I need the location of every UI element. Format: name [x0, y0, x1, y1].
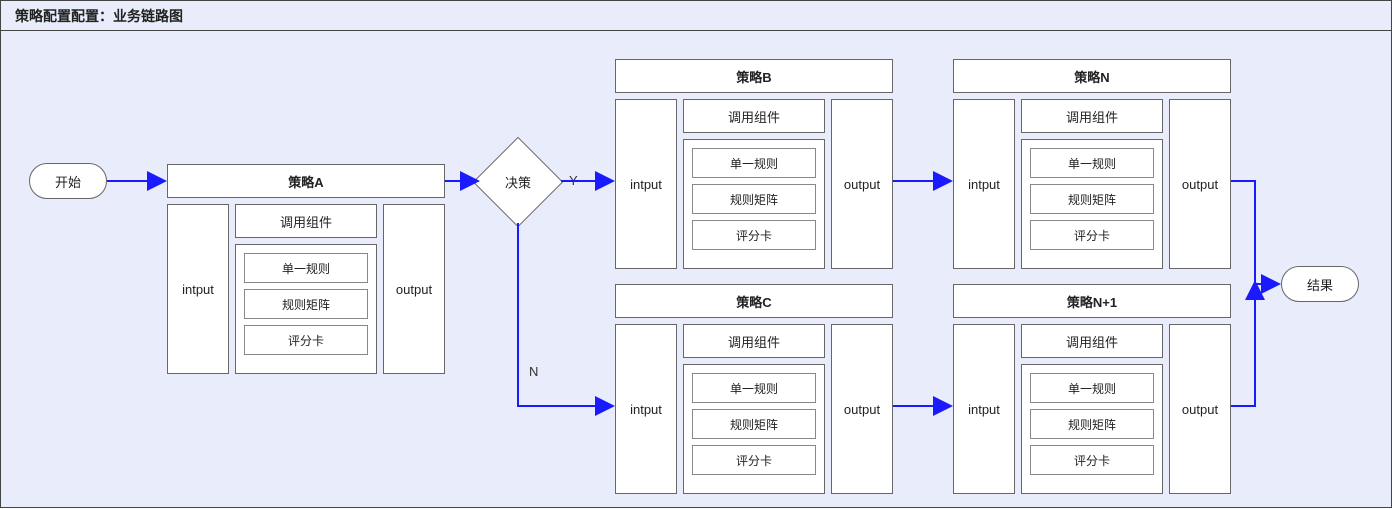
rule-item: 规则矩阵: [244, 289, 368, 319]
strategy-a-input: intput: [167, 204, 229, 374]
strategy-n1-invoke: 调用组件: [1021, 324, 1163, 358]
strategy-n-output: output: [1169, 99, 1231, 269]
strategy-c-rules: 单一规则 规则矩阵 评分卡: [683, 364, 825, 494]
rule-item: 规则矩阵: [692, 184, 816, 214]
rule-item: 评分卡: [244, 325, 368, 355]
rule-item: 单一规则: [1030, 148, 1154, 178]
strategy-n1-rules: 单一规则 规则矩阵 评分卡: [1021, 364, 1163, 494]
strategy-a-output: output: [383, 204, 445, 374]
start-label: 开始: [55, 172, 81, 191]
strategy-n-title: 策略N: [953, 59, 1231, 93]
start-node: 开始: [29, 163, 107, 199]
rule-item: 单一规则: [692, 373, 816, 403]
rule-item: 规则矩阵: [1030, 409, 1154, 439]
decision-yes-label: Y: [569, 173, 578, 188]
strategy-a: 策略A intput 调用组件 单一规则 规则矩阵 评分卡 output: [167, 164, 445, 374]
strategy-a-rules: 单一规则 规则矩阵 评分卡: [235, 244, 377, 374]
strategy-n1-output: output: [1169, 324, 1231, 494]
rule-item: 单一规则: [692, 148, 816, 178]
strategy-n1-input: intput: [953, 324, 1015, 494]
strategy-n-rules: 单一规则 规则矩阵 评分卡: [1021, 139, 1163, 269]
strategy-c: 策略C intput 调用组件 单一规则 规则矩阵 评分卡 output: [615, 284, 893, 494]
rule-item: 评分卡: [692, 220, 816, 250]
rule-item: 规则矩阵: [1030, 184, 1154, 214]
strategy-b-title: 策略B: [615, 59, 893, 93]
strategy-n1-title: 策略N+1: [953, 284, 1231, 318]
strategy-c-title: 策略C: [615, 284, 893, 318]
strategy-a-invoke: 调用组件: [235, 204, 377, 238]
strategy-n-input: intput: [953, 99, 1015, 269]
strategy-b-rules: 单一规则 规则矩阵 评分卡: [683, 139, 825, 269]
strategy-n1: 策略N+1 intput 调用组件 单一规则 规则矩阵 评分卡 output: [953, 284, 1231, 494]
rule-item: 评分卡: [1030, 220, 1154, 250]
strategy-b-output: output: [831, 99, 893, 269]
rule-item: 评分卡: [1030, 445, 1154, 475]
end-node: 结果: [1281, 266, 1359, 302]
panel-title: 策略配置配置：业务链路图: [1, 1, 1391, 31]
strategy-b: 策略B intput 调用组件 单一规则 规则矩阵 评分卡 output: [615, 59, 893, 269]
strategy-n-invoke: 调用组件: [1021, 99, 1163, 133]
strategy-c-invoke: 调用组件: [683, 324, 825, 358]
strategy-a-title: 策略A: [167, 164, 445, 198]
strategy-c-input: intput: [615, 324, 677, 494]
strategy-c-output: output: [831, 324, 893, 494]
decision-no-label: N: [529, 364, 538, 379]
strategy-b-invoke: 调用组件: [683, 99, 825, 133]
decision-label: 决策: [505, 173, 531, 192]
rule-item: 单一规则: [244, 253, 368, 283]
decision-node: 决策: [473, 137, 564, 228]
rule-item: 单一规则: [1030, 373, 1154, 403]
strategy-b-input: intput: [615, 99, 677, 269]
rule-item: 评分卡: [692, 445, 816, 475]
strategy-n: 策略N intput 调用组件 单一规则 规则矩阵 评分卡 output: [953, 59, 1231, 269]
diagram-panel: 策略配置配置：业务链路图 开始 策略A intput 调用组件 单一规则 规则矩…: [0, 0, 1392, 508]
end-label: 结果: [1307, 275, 1333, 294]
rule-item: 规则矩阵: [692, 409, 816, 439]
